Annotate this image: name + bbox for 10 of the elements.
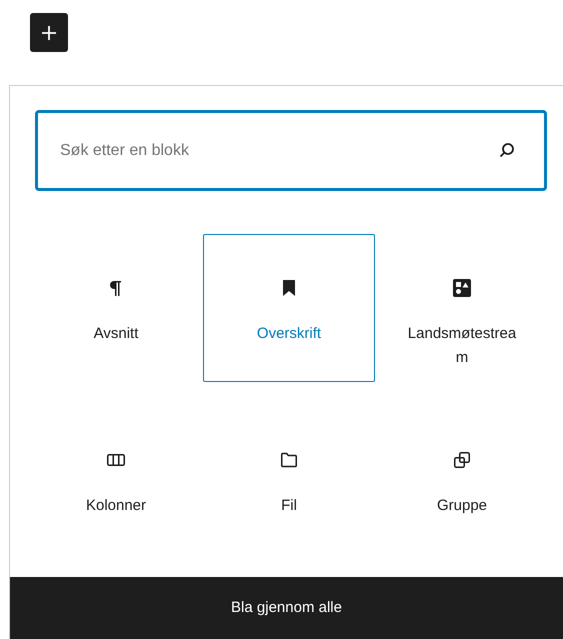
browse-all-button[interactable]: Bla gjennom alle xyxy=(10,577,563,639)
block-item[interactable]: Fil xyxy=(203,406,375,554)
search-field[interactable]: Søk etter en blokk xyxy=(35,110,547,191)
add-block-button[interactable] xyxy=(30,13,68,52)
block-item[interactable]: Avsnitt xyxy=(30,234,202,382)
block-item[interactable]: Gruppe xyxy=(376,406,548,554)
block-item[interactable]: Kolonner xyxy=(30,406,202,554)
shapes-icon xyxy=(450,276,474,300)
block-item[interactable]: Landsmøtestream xyxy=(376,234,548,382)
block-item[interactable]: Overskrift xyxy=(203,234,375,382)
